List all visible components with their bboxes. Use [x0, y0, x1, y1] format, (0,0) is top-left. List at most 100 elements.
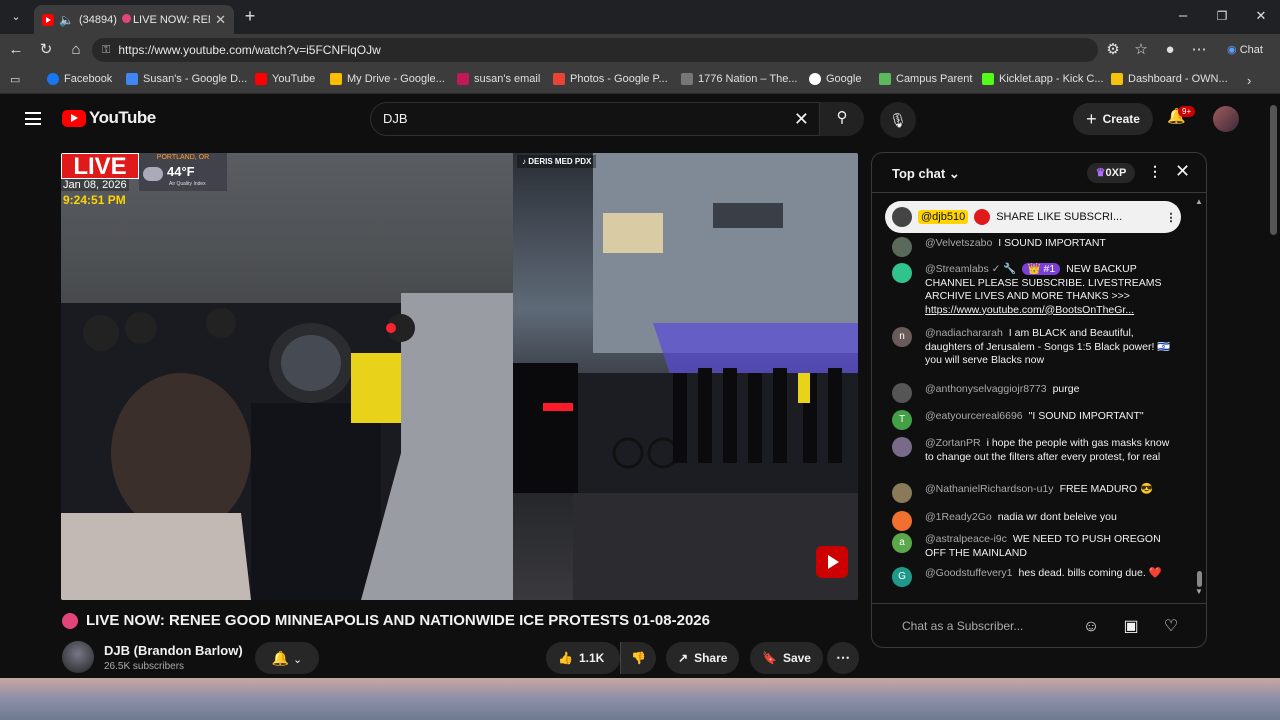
bookmark-google-docs[interactable]: Susan's - Google D... [126, 73, 247, 85]
account-avatar[interactable] [1213, 106, 1239, 132]
search-button[interactable]: ⚲ [820, 102, 864, 136]
notification-settings-button[interactable]: 🔔 ⌄ [255, 642, 319, 674]
bookmark-google-photos[interactable]: Photos - Google P... [553, 73, 668, 85]
pinned-avatar [892, 207, 912, 227]
voice-search-icon[interactable]: 🎙 [880, 102, 916, 138]
bookmark-facebook[interactable]: Facebook [47, 73, 112, 85]
like-button[interactable]: 👍 1.1K [546, 642, 620, 674]
chat-avatar[interactable]: G [892, 567, 912, 587]
site-info-icon[interactable]: ⚿ [102, 44, 110, 57]
chat-message[interactable]: T @eatyourcereal6696 "I SOUND IMPORTANT" [892, 410, 1176, 430]
xp-badge[interactable]: ♛0XP [1087, 163, 1135, 183]
url-field[interactable]: ⚿ https://www.youtube.com/watch?v=i5FCNF… [92, 38, 1098, 62]
super-chat-icon[interactable]: ▣ [1120, 616, 1142, 638]
more-actions-icon[interactable]: ⋯ [827, 642, 859, 674]
save-button[interactable]: 🔖 Save [750, 642, 823, 674]
clear-search-icon[interactable]: ✕ [794, 103, 809, 135]
favorites-icon[interactable]: ☆ [1131, 40, 1151, 60]
reload-icon[interactable]: ↻ [36, 40, 56, 60]
youtube-logo[interactable]: YouTube [62, 108, 156, 128]
chat-menu-icon[interactable]: ⋮ [1148, 163, 1162, 180]
copilot-chat-button[interactable]: ◉ Chat [1220, 40, 1270, 60]
chat-author[interactable]: @Velvetszabo [925, 237, 992, 249]
chat-avatar[interactable]: T [892, 410, 912, 430]
chat-avatar[interactable]: n [892, 327, 912, 347]
chat-message[interactable]: @NathanielRichardson-u1y FREE MADURO 😎 [892, 483, 1176, 503]
chat-scrollbar-thumb[interactable] [1197, 571, 1202, 587]
heart-icon[interactable]: ♡ [1160, 616, 1182, 638]
more-menu-icon[interactable]: ⋯ [1189, 40, 1209, 60]
chat-message[interactable]: G @Goodstuffevery1 hes dead. bills coming … [892, 567, 1176, 587]
channel-avatar[interactable] [62, 641, 94, 673]
new-tab-icon[interactable]: + [240, 6, 260, 26]
chat-author[interactable]: @eatyourcereal6696 [925, 410, 1023, 422]
chat-message[interactable]: @1Ready2Go nadia wr dont beleive you [892, 511, 1176, 531]
profile-icon[interactable]: ● [1160, 40, 1180, 60]
bookmark-google-drive[interactable]: My Drive - Google... [330, 73, 445, 85]
tab-close-icon[interactable]: ✕ [215, 12, 226, 28]
menu-icon[interactable] [25, 112, 41, 125]
chat-author[interactable]: @Streamlabs ✓ 🔧 [925, 263, 1016, 275]
chat-author[interactable]: @NathanielRichardson-u1y [925, 483, 1054, 495]
chat-message[interactable]: @ZortanPR i hope the people with gas mask… [892, 437, 1176, 464]
chat-message[interactable]: @Velvetszabo I SOUND IMPORTANT [892, 237, 1176, 257]
video-player[interactable]: LIVE PORTLAND, OR 44°F Air Quality Index… [61, 153, 858, 600]
chat-message[interactable]: @anthonyselvaggiojr8773 purge [892, 383, 1176, 403]
chat-text: hes dead. bills coming due. ❤️ [1018, 567, 1162, 579]
bookmark-1776-nation[interactable]: 1776 Nation – The... [681, 73, 797, 85]
chat-link[interactable]: https://www.youtube.com/@BootsOnTheGr... [925, 304, 1134, 316]
minimize-icon[interactable]: – [1173, 6, 1193, 26]
bookmark-kicklet[interactable]: Kicklet.app - Kick C... [982, 73, 1104, 85]
chat-avatar[interactable] [892, 437, 912, 457]
maximize-icon[interactable]: ❐ [1212, 6, 1232, 26]
subscriber-count: 26.5K subscribers [104, 661, 185, 672]
pinned-menu-icon[interactable]: ⋮ [1161, 211, 1181, 224]
chat-author[interactable]: @anthonyselvaggiojr8773 [925, 383, 1047, 395]
chevron-down-icon: ⌄ [948, 166, 960, 181]
page-scrollbar-thumb[interactable] [1270, 105, 1277, 235]
chat-message[interactable]: @Streamlabs ✓ 🔧 👑 #1 NEW BACKUP CHANNEL PL… [892, 263, 1176, 317]
chat-close-icon[interactable]: ✕ [1175, 161, 1190, 182]
chat-input[interactable]: Chat as a Subscriber... [902, 619, 1023, 633]
bookmark-icon: 🔖 [762, 651, 777, 665]
emoji-icon[interactable]: ☺ [1080, 616, 1102, 638]
chat-avatar[interactable] [892, 263, 912, 283]
chat-scrollbar[interactable]: ▲ ▼ [1195, 197, 1203, 597]
window-close-icon[interactable]: ✕ [1251, 6, 1271, 26]
address-bar-row: ← ↻ ⌂ ⚿ https://www.youtube.com/watch?v=… [0, 34, 1280, 66]
pinned-message[interactable]: @djb510 SHARE LIKE SUBSCRI... ⋮ [885, 201, 1181, 233]
back-icon[interactable]: ← [6, 40, 26, 60]
bookmark-email[interactable]: susan's email [457, 73, 540, 85]
extensions-icon[interactable]: ⚙ [1103, 40, 1123, 60]
chat-author[interactable]: @nadiachararah [925, 327, 1003, 339]
chat-avatar[interactable] [892, 383, 912, 403]
browser-tab-active[interactable]: 🔈 (34894) LIVE NOW: RENE ✕ [34, 5, 234, 34]
chat-message[interactable]: a @astralpeace-i9c WE NEED TO PUSH OREGON … [892, 533, 1176, 560]
share-button[interactable]: ↗ Share [666, 642, 740, 674]
home-icon[interactable]: ⌂ [66, 40, 86, 60]
bookmark-campus-parent[interactable]: Campus Parent [879, 73, 972, 85]
chat-avatar[interactable] [892, 237, 912, 257]
chat-author[interactable]: @1Ready2Go [925, 511, 992, 523]
chat-author[interactable]: @ZortanPR [925, 437, 981, 449]
channel-name[interactable]: DJB (Brandon Barlow) [104, 643, 243, 658]
bookmark-google[interactable]: Google [809, 73, 861, 85]
top-chat-dropdown[interactable]: Top chat ⌄ [892, 166, 960, 182]
bookmarks-overflow-chevron-icon[interactable]: › [1247, 73, 1251, 88]
bookmark-youtube[interactable]: YouTube [255, 73, 315, 85]
bookmark-dashboard[interactable]: Dashboard - OWN... [1111, 73, 1228, 85]
chat-avatar[interactable] [892, 511, 912, 531]
dislike-button[interactable]: 👎 [620, 642, 656, 674]
chat-avatar[interactable] [892, 483, 912, 503]
bookmarks-icon[interactable]: ▭ [10, 73, 20, 86]
speaker-icon[interactable]: 🔈 [59, 13, 74, 27]
chat-avatar[interactable]: a [892, 533, 912, 553]
create-button[interactable]: + Create [1073, 103, 1153, 135]
tab-list-chevron-icon[interactable]: ⌄ [6, 7, 26, 27]
chat-author[interactable]: @astralpeace-i9c [925, 533, 1007, 545]
chevron-down-icon: ⌄ [293, 654, 303, 666]
chat-author[interactable]: @Goodstuffevery1 [925, 567, 1013, 579]
subscribe-watermark-icon[interactable] [816, 546, 848, 578]
search-input[interactable]: DJB ✕ [370, 102, 820, 136]
chat-message[interactable]: n @nadiachararah I am BLACK and Beautiful,… [892, 327, 1176, 368]
